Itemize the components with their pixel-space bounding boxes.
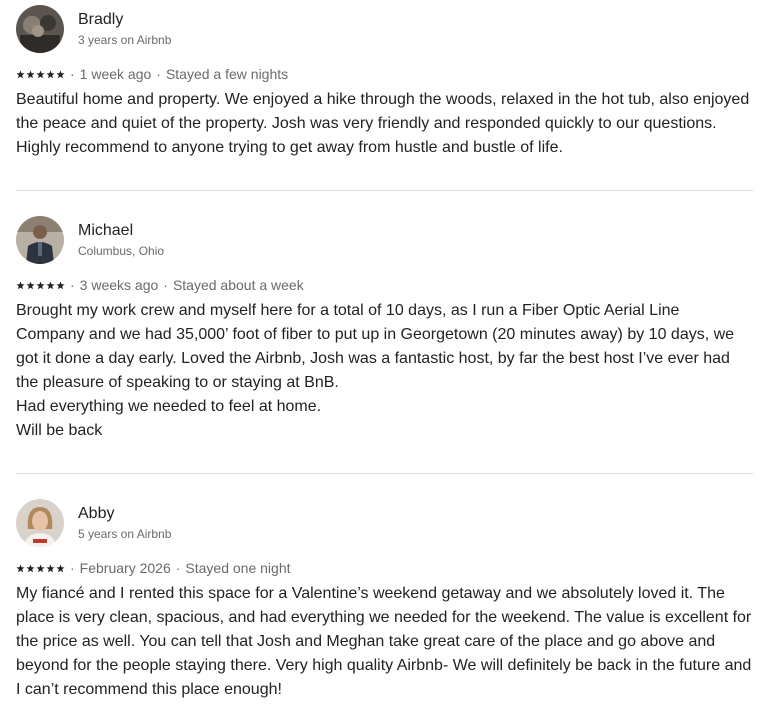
reviewer-subtitle: Columbus, Ohio: [78, 244, 165, 258]
meta-separator: ·: [70, 560, 75, 576]
star-icon: [46, 69, 55, 78]
meta-separator: ·: [156, 66, 161, 82]
reviewer-name[interactable]: Michael: [78, 221, 164, 241]
star-icon: [36, 563, 45, 572]
review-card: Abby 5 years on Airbnb · February 2026 ·…: [16, 498, 752, 702]
reviewer-subtitle: 3 years on Airbnb: [78, 33, 172, 47]
reviewer-header[interactable]: Abby 5 years on Airbnb: [16, 498, 752, 548]
review-paragraph: Brought my work crew and myself here for…: [16, 302, 735, 391]
star-icon: [46, 563, 55, 572]
review-paragraph: My fiancé and I rented this space for a …: [16, 585, 752, 698]
star-icon: [26, 69, 35, 78]
star-icon: [46, 280, 55, 289]
star-rating: [16, 280, 65, 290]
review-date: 3 weeks ago: [79, 277, 159, 293]
star-rating: [16, 69, 65, 79]
review-date: February 2026: [79, 560, 171, 576]
avatar[interactable]: [16, 216, 64, 264]
star-icon: [26, 563, 35, 572]
review-card: Michael Columbus, Ohio · 3 weeks ago · S…: [16, 215, 752, 443]
star-icon: [36, 280, 45, 289]
reviewer-subtitle: 5 years on Airbnb: [78, 527, 172, 541]
divider: [16, 190, 753, 191]
review-text: Brought my work crew and myself here for…: [16, 299, 752, 443]
meta-separator: ·: [163, 277, 168, 293]
review-meta: · 3 weeks ago · Stayed about a week: [16, 275, 752, 295]
review-card: Bradly 3 years on Airbnb · 1 week ago · …: [16, 4, 752, 160]
star-icon: [56, 69, 65, 78]
divider: [16, 473, 753, 474]
reviewer-name[interactable]: Bradly: [78, 10, 171, 30]
star-icon: [36, 69, 45, 78]
meta-separator: ·: [70, 277, 75, 293]
star-icon: [16, 563, 25, 572]
star-icon: [56, 280, 65, 289]
reviewer-header[interactable]: Michael Columbus, Ohio: [16, 215, 752, 265]
reviewer-header[interactable]: Bradly 3 years on Airbnb: [16, 4, 752, 54]
review-date: 1 week ago: [79, 66, 152, 82]
review-meta: · 1 week ago · Stayed a few nights: [16, 64, 752, 84]
stay-length: Stayed one night: [185, 560, 291, 576]
meta-separator: ·: [70, 66, 75, 82]
star-icon: [56, 563, 65, 572]
star-rating: [16, 563, 65, 573]
star-icon: [26, 280, 35, 289]
review-paragraph: Will be back: [16, 422, 103, 439]
star-icon: [16, 280, 25, 289]
reviewer-name[interactable]: Abby: [78, 504, 171, 524]
avatar[interactable]: [16, 499, 64, 547]
avatar[interactable]: [16, 5, 64, 53]
stay-length: Stayed a few nights: [165, 66, 289, 82]
review-text: Beautiful home and property. We enjoyed …: [16, 88, 752, 160]
review-paragraph: Had everything we needed to feel at home…: [16, 398, 322, 415]
review-paragraph: Beautiful home and property. We enjoyed …: [16, 91, 750, 156]
review-text: My fiancé and I rented this space for a …: [16, 582, 752, 702]
review-meta: · February 2026 · Stayed one night: [16, 558, 752, 578]
meta-separator: ·: [175, 560, 181, 576]
stay-length: Stayed about a week: [172, 277, 304, 293]
star-icon: [16, 69, 25, 78]
